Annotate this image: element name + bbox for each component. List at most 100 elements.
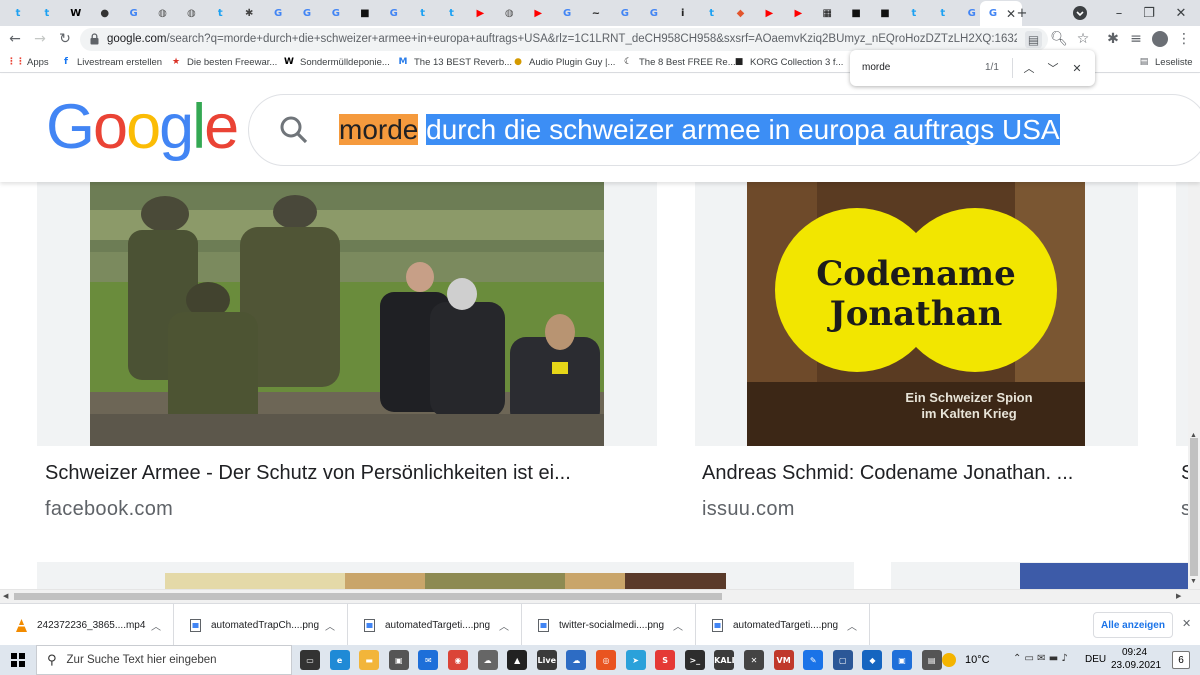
browser-tab[interactable]: W	[62, 2, 90, 24]
translate-page-icon[interactable]: ▤	[1025, 31, 1042, 48]
result-title-1[interactable]: Schweizer Armee - Der Schutz von Persönl…	[45, 462, 571, 485]
clock-time[interactable]: 09:24	[1122, 647, 1147, 658]
browser-tab[interactable]: ■	[842, 2, 870, 24]
find-close-button[interactable]: ✕	[1068, 59, 1086, 77]
weather-temperature[interactable]: 10°C	[965, 654, 990, 666]
find-previous-button[interactable]: ︿	[1020, 59, 1038, 77]
bookmark-item[interactable]: ● Audio Plugin Guy |...	[512, 56, 615, 68]
browser-tab[interactable]: t	[409, 2, 437, 24]
chat-icon[interactable]: ✎	[803, 650, 824, 670]
download-item[interactable]: automatedTrapCh....png ︿	[174, 604, 348, 646]
app-window-icon[interactable]: ▣	[892, 650, 912, 670]
result-image-5[interactable]	[1020, 563, 1188, 589]
browser-tab[interactable]: G	[553, 2, 581, 24]
close-downloads-icon[interactable]: ✕	[1182, 617, 1191, 630]
result-image-soldiers[interactable]	[90, 182, 604, 446]
horizontal-scrollbar[interactable]: ◀ ▶	[0, 589, 1200, 603]
cloud-app-icon[interactable]: ☁	[566, 650, 587, 670]
forward-button[interactable]: →	[30, 29, 50, 49]
download-item[interactable]: automatedTargeti....png ︿	[696, 604, 870, 646]
chevron-up-icon[interactable]: ︿	[673, 618, 683, 633]
chevron-up-icon[interactable]: ︿	[325, 618, 335, 633]
chevron-up-icon[interactable]: ︿	[151, 618, 161, 633]
bookmark-star-icon[interactable]: ☆	[1073, 29, 1093, 49]
browser-tab[interactable]: G	[611, 2, 639, 24]
browser-tab[interactable]: ✱	[235, 2, 263, 24]
bookmark-item[interactable]: M The 13 BEST Reverb...	[397, 56, 513, 68]
browser-tab[interactable]: G	[293, 2, 321, 24]
url-text[interactable]: google.com/search?q=morde+durch+die+schw…	[107, 33, 1017, 45]
screen-app-icon[interactable]: ▤	[921, 650, 942, 670]
menu-kebab-icon[interactable]: ⋮	[1174, 29, 1194, 49]
ubuntu-icon[interactable]: ◎	[596, 650, 616, 670]
browser-tab[interactable]: ●	[91, 2, 119, 24]
result-source-1[interactable]: facebook.com	[45, 498, 173, 521]
download-item[interactable]: automatedTargeti....png ︿	[348, 604, 522, 646]
zoom-icon[interactable]: 🔍︎	[1049, 29, 1069, 49]
chevron-up-icon[interactable]: ︿	[847, 618, 857, 633]
mail-icon[interactable]: ✉	[418, 650, 439, 670]
browser-tab[interactable]: ■	[351, 2, 379, 24]
scroll-left-arrow[interactable]: ◀	[3, 592, 8, 600]
browser-tab[interactable]: G	[380, 2, 408, 24]
ghost-icon[interactable]: ☁	[477, 650, 498, 670]
live-icon[interactable]: Live	[536, 650, 557, 670]
language-indicator[interactable]: DEU	[1085, 654, 1106, 665]
browser-tab[interactable]: t	[698, 2, 726, 24]
bookmark-item[interactable]: ☾ The 8 Best FREE Re...	[622, 56, 736, 68]
browser-tab[interactable]: t	[4, 2, 32, 24]
new-tab-button[interactable]: +	[1013, 4, 1031, 22]
window-icon[interactable]: ▢	[832, 650, 853, 670]
search-box[interactable]: morde durch die schweizer armee in europ…	[248, 94, 1200, 166]
edge-icon[interactable]: e	[329, 650, 350, 670]
browser-tab[interactable]: G	[640, 2, 668, 24]
browser-tab[interactable]: ▶	[784, 2, 812, 24]
bookmark-item[interactable]: ⋮⋮ Apps	[7, 56, 49, 68]
result-image-book-cover[interactable]: Codename Jonathan Ein Schweizer Spion im…	[747, 182, 1085, 446]
browser-tab[interactable]: ~	[582, 2, 610, 24]
extensions-icon[interactable]: ✱	[1103, 29, 1123, 49]
find-next-button[interactable]: ﹀	[1044, 59, 1062, 77]
download-item[interactable]: twitter-socialmedi....png ︿	[522, 604, 696, 646]
browser-tab[interactable]: t	[929, 2, 957, 24]
browser-tab[interactable]: G	[322, 2, 350, 24]
skype-icon[interactable]: S	[655, 650, 676, 670]
file-explorer-icon[interactable]: ▬	[359, 650, 380, 670]
browser-tab[interactable]: G	[958, 2, 986, 24]
browser-tab[interactable]: ■	[871, 2, 899, 24]
horizontal-scroll-thumb[interactable]	[14, 593, 722, 600]
bookmark-item[interactable]: ■ KORG Collection 3 f...	[733, 56, 844, 68]
terminal-icon[interactable]: >_	[684, 650, 705, 670]
result-image-4[interactable]	[165, 573, 726, 589]
browser-tab[interactable]: ◍	[149, 2, 177, 24]
address-bar[interactable]: google.com/search?q=morde+durch+die+schw…	[80, 28, 1048, 51]
download-item[interactable]: 242372236_3865....mp4 ︿	[0, 604, 174, 646]
scroll-right-arrow[interactable]: ▶	[1176, 592, 1181, 600]
tools-icon[interactable]: ✕	[744, 650, 764, 670]
browser-tab[interactable]: i	[669, 2, 697, 24]
browser-tab[interactable]: t	[206, 2, 234, 24]
search-query[interactable]: morde durch die schweizer armee in europ…	[339, 114, 1060, 146]
voicemeeter-icon[interactable]: VM	[773, 650, 794, 670]
close-window-button[interactable]: ✕	[1172, 4, 1190, 22]
tab-search-button[interactable]	[1071, 4, 1089, 22]
result-source-2[interactable]: issuu.com	[702, 498, 795, 521]
bookmark-item[interactable]: f Livestream erstellen	[60, 56, 162, 68]
weather-icon[interactable]	[942, 653, 956, 667]
browser-tab[interactable]: ◍	[177, 2, 205, 24]
inkscape-icon[interactable]: ▲	[507, 650, 528, 670]
taskbar-search[interactable]: ⚲ Zur Suche Text hier eingeben	[36, 645, 292, 675]
browser-tab[interactable]: t	[438, 2, 466, 24]
browser-tab[interactable]: G	[264, 2, 292, 24]
vertical-scrollbar[interactable]: ▲ ▼	[1188, 182, 1200, 589]
browser-tab[interactable]: ▶	[524, 2, 552, 24]
notification-center-button[interactable]: 6	[1172, 651, 1190, 669]
vertical-scroll-thumb[interactable]	[1190, 438, 1198, 576]
find-input[interactable]: morde	[862, 62, 890, 73]
clock-date[interactable]: 23.09.2021	[1111, 660, 1161, 671]
cube-icon[interactable]: ◆	[862, 650, 883, 670]
show-all-downloads-button[interactable]: Alle anzeigen	[1093, 612, 1173, 638]
browser-tab[interactable]: ◆	[727, 2, 755, 24]
chrome-icon[interactable]: ◉	[448, 650, 468, 670]
browser-tab[interactable]: G	[120, 2, 148, 24]
